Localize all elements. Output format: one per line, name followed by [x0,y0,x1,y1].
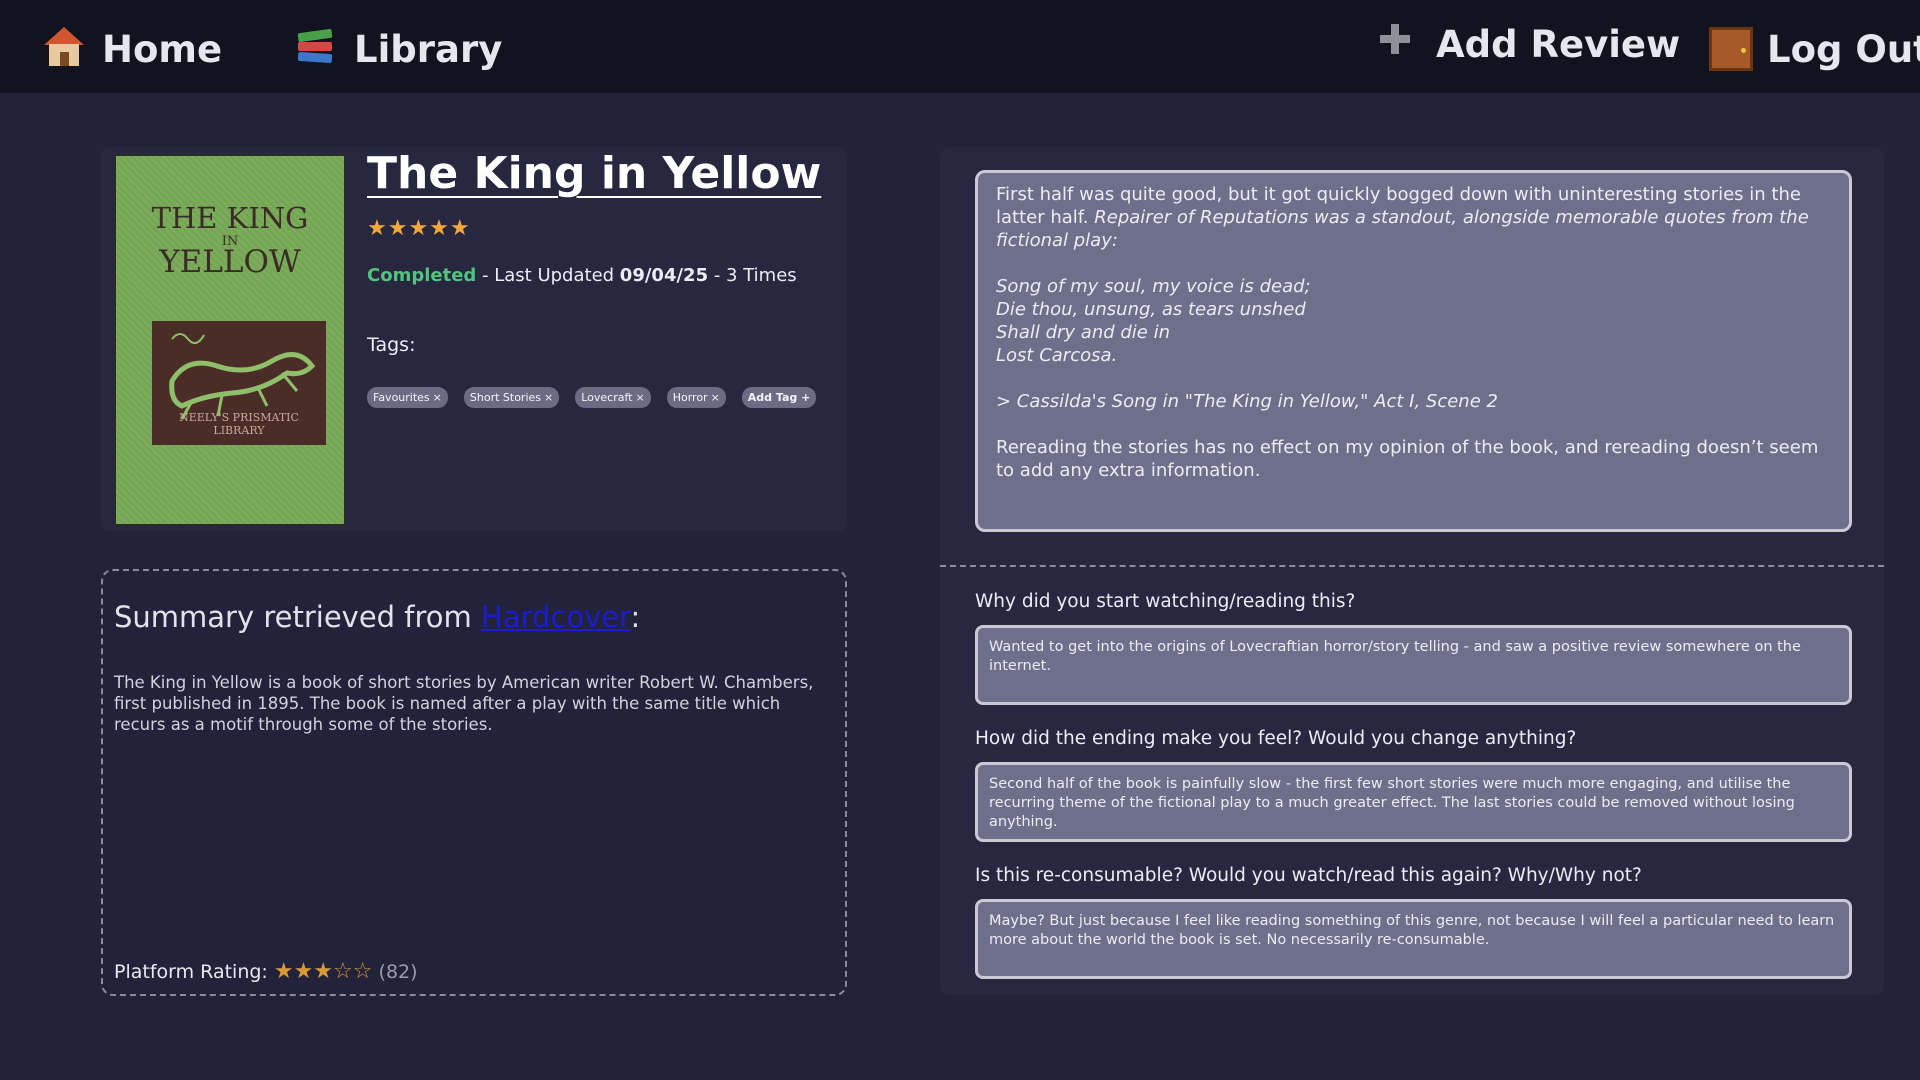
nav-add-review-link[interactable]: Add Review [1378,22,1680,66]
tag-label: Short Stories [469,391,542,404]
tag-chip[interactable]: Lovecraft × [575,387,651,408]
platform-rating-count: (82) [378,961,418,983]
remove-tag-icon[interactable]: × [544,391,553,404]
tags-list: Favourites × Short Stories × Lovecraft × Ho… [367,387,817,408]
question-answer-box[interactable]: Wanted to get into the origins of Lovecr… [975,625,1852,705]
tag-label: Lovecraft [581,391,633,404]
poem-line: Die thou, unsung, as tears unshed [996,299,1306,320]
poem-line: Shall dry and die in [996,322,1171,343]
hardcover-link[interactable]: Hardcover [481,600,631,634]
status-badge: Completed [367,265,477,286]
nav-add-review-label: Add Review [1436,22,1681,66]
review-paragraph-1: First half was quite good, but it got qu… [996,183,1831,252]
review-text-box[interactable]: First half was quite good, but it got qu… [975,170,1852,532]
nav-logout-label: Log Out [1767,27,1920,71]
tags-label: Tags: [367,334,416,356]
nav-library-link[interactable]: Library [296,27,502,71]
last-updated-date: 09/04/25 [619,265,709,286]
remove-tag-icon[interactable]: × [711,391,720,404]
remove-tag-icon[interactable]: × [433,391,442,404]
question-label: Is this re-consumable? Would you watch/r… [975,865,1642,886]
question-label: Why did you start watching/reading this? [975,591,1356,612]
question-label: How did the ending make you feel? Would … [975,728,1577,749]
tag-chip[interactable]: Favourites × [367,387,448,408]
door-icon [1709,27,1753,71]
book-rating-stars: ★★★★★ [367,216,471,241]
tag-label: Horror [672,391,708,404]
plus-icon [1378,22,1422,66]
platform-rating-stars: ★★★☆☆ [273,959,373,984]
question-answer-box[interactable]: Maybe? But just because I feel like read… [975,899,1852,979]
books-icon [296,27,340,71]
remove-tag-icon[interactable]: × [635,391,644,404]
poem-line: Lost Carcosa. [996,345,1118,366]
review-poem: Song of my soul, my voice is dead; Die t… [996,275,1831,367]
summary-heading: Summary retrieved from Hardcover: [114,600,640,634]
review-p1-italic: Repairer of Reputations was a standout, … [996,207,1809,251]
platform-rating: Platform Rating: ★★★☆☆ (82) [114,959,418,984]
times-count: 3 Times [726,265,797,286]
nav-logout-link[interactable]: Log Out [1709,27,1920,71]
nav-home-link[interactable]: Home [44,27,222,71]
tag-chip[interactable]: Short Stories × [463,387,560,408]
add-tag-button[interactable]: Add Tag + [741,387,817,408]
section-divider [940,565,1884,567]
top-nav: Home Library Add Review Log Out [0,0,1920,93]
status-line: Completed - Last Updated 09/04/25 - 3 Ti… [367,265,797,286]
book-title: The King in Yellow [367,148,822,199]
last-updated-prefix: - Last Updated [476,265,620,286]
summary-text: The King in Yellow is a book of short st… [114,673,814,734]
times-separator: - [708,265,727,286]
cover-title-line3: YELLOW [159,244,301,280]
cover-title-line1: THE KING [151,201,309,235]
poem-line: Song of my soul, my voice is dead; [996,276,1311,297]
cover-caption: NEELY'S PRISMATIC LIBRARY [179,411,299,437]
question-answer-box[interactable]: Second half of the book is painfully slo… [975,762,1852,842]
review-paragraph-3: Rereading the stories has no effect on m… [996,437,1819,481]
cover-lizard-plate: NEELY'S PRISMATIC LIBRARY [152,321,326,445]
summary-heading-suffix: : [630,600,641,634]
platform-rating-label: Platform Rating: [114,961,268,983]
house-icon [44,27,88,71]
book-cover-image: THE KING IN YELLOW NEELY'S PRISMATIC LIB… [114,154,346,526]
nav-library-label: Library [354,27,503,71]
nav-home-label: Home [102,27,223,71]
review-quote-source: > Cassilda's Song in "The King in Yellow… [996,391,1498,412]
tag-label: Favourites [373,391,430,404]
summary-heading-prefix: Summary retrieved from [114,600,482,634]
tag-chip[interactable]: Horror × [666,387,726,408]
